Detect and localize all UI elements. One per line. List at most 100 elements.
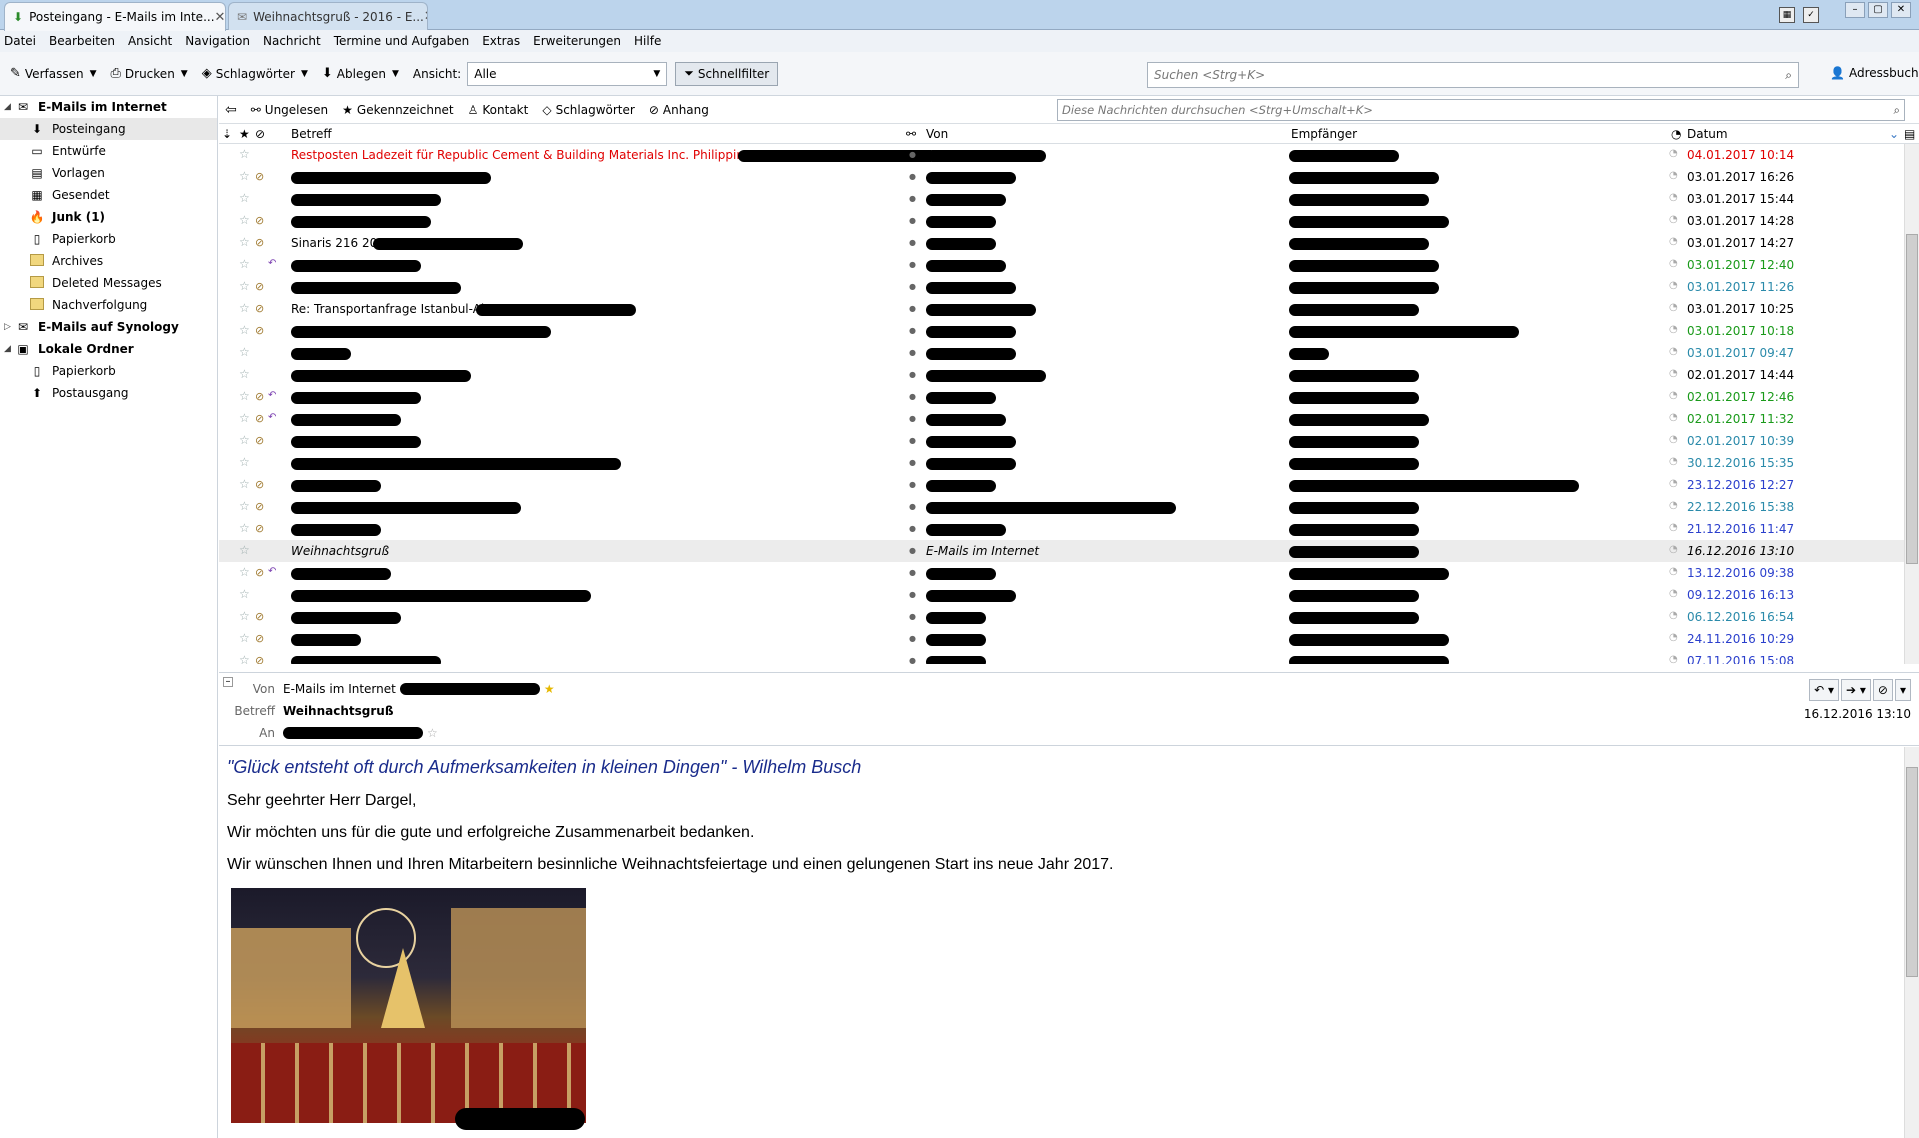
message-row[interactable]: ☆ ↶ ● ◔ 03.01.2017 12:40 [219, 254, 1919, 276]
menu-navigation[interactable]: Navigation [185, 34, 250, 48]
message-row[interactable]: ☆ ● ◔ 03.01.2017 15:44 [219, 188, 1919, 210]
twisty-icon[interactable]: ◢ [4, 102, 14, 112]
star-column-icon[interactable]: ★ [239, 127, 250, 141]
sidebar-item-12[interactable]: ▯ Papierkorb [0, 360, 217, 382]
message-row[interactable]: ☆ Weihnachtsgruß ● E-Mails im Internet ◔ 16.1… [219, 540, 1919, 562]
menu-datei[interactable]: Datei [4, 34, 36, 48]
star-icon[interactable]: ☆ [427, 726, 438, 740]
status-dot-icon[interactable]: ● [909, 612, 916, 621]
body-scrollbar[interactable] [1904, 747, 1919, 1138]
scrollbar-thumb[interactable] [1906, 234, 1918, 564]
star-icon[interactable]: ☆ [239, 279, 250, 293]
star-icon[interactable]: ☆ [239, 301, 250, 315]
message-list-scrollbar[interactable] [1904, 144, 1919, 664]
filter-unread-button[interactable]: ⚯ Ungelesen [251, 103, 328, 117]
back-arrow-icon[interactable]: ⇦ [225, 102, 237, 118]
quickfilter-search-input[interactable]: Diese Nachrichten durchsuchen <Strg+Umsc… [1057, 99, 1905, 121]
maximize-button[interactable]: ▢ [1868, 2, 1888, 18]
status-dot-icon[interactable]: ● [909, 590, 916, 599]
status-dot-icon[interactable]: ● [909, 524, 916, 533]
menu-erweiterungen[interactable]: Erweiterungen [533, 34, 621, 48]
sidebar-item-11[interactable]: ◢ ▣ Lokale Ordner [0, 338, 217, 360]
star-icon[interactable]: ☆ [239, 235, 250, 249]
filter-attachment-button[interactable]: ⊘ Anhang [649, 103, 709, 117]
star-icon[interactable]: ☆ [239, 499, 250, 513]
column-to[interactable]: Empfänger [1291, 127, 1357, 141]
sidebar-item-1[interactable]: ⬇ Posteingang [0, 118, 217, 140]
star-icon[interactable]: ☆ [239, 631, 250, 645]
status-dot-icon[interactable]: ● [909, 216, 916, 225]
column-from[interactable]: Von [926, 127, 948, 141]
message-row[interactable]: ☆ ⊘ ● ◔ 22.12.2016 15:38 [219, 496, 1919, 518]
star-icon[interactable]: ☆ [239, 455, 250, 469]
sidebar-item-6[interactable]: ▯ Papierkorb [0, 228, 217, 250]
star-icon[interactable]: ☆ [239, 477, 250, 491]
star-icon[interactable]: ☆ [239, 191, 250, 205]
star-icon[interactable]: ☆ [239, 543, 250, 557]
status-dot-icon[interactable]: ● [909, 414, 916, 423]
status-dot-icon[interactable]: ● [909, 282, 916, 291]
sidebar-item-7[interactable]: Archives [0, 250, 217, 272]
message-row[interactable]: ☆ ⊘ ↶ ● ◔ 02.01.2017 11:32 [219, 408, 1919, 430]
scrollbar-thumb[interactable] [1906, 767, 1918, 977]
compose-button[interactable]: ✎ Verfassen ▼ [6, 60, 101, 88]
message-row[interactable]: ☆ Restposten Ladezeit für Republic Cement… [219, 144, 1919, 166]
status-dot-icon[interactable]: ● [909, 260, 916, 269]
star-icon[interactable]: ☆ [239, 565, 250, 579]
star-icon[interactable]: ★ [544, 682, 555, 696]
column-subject[interactable]: Betreff [291, 127, 332, 141]
star-icon[interactable]: ☆ [239, 147, 250, 161]
tags-button[interactable]: ◈ Schlagwörter ▼ [198, 60, 312, 88]
status-dot-icon[interactable]: ● [909, 304, 916, 313]
close-window-button[interactable]: ✕ [1891, 2, 1911, 18]
status-dot-icon[interactable]: ● [909, 634, 916, 643]
status-dot-icon[interactable]: ● [909, 392, 916, 401]
column-picker-icon[interactable]: ▤ [1904, 127, 1915, 141]
message-row[interactable]: ☆ ⊘ ● ◔ 21.12.2016 11:47 [219, 518, 1919, 540]
message-row[interactable]: ☆ ⊘ ↶ ● ◔ 02.01.2017 12:46 [219, 386, 1919, 408]
sidebar-item-9[interactable]: Nachverfolgung [0, 294, 217, 316]
sidebar-item-2[interactable]: ▭ Entwürfe [0, 140, 217, 162]
close-icon[interactable]: ✕ [215, 10, 225, 25]
print-button[interactable]: ⎙ Drucken ▼ [107, 60, 192, 88]
sidebar-item-10[interactable]: ▷ ✉ E-Mails auf Synology [0, 316, 217, 338]
tab-message[interactable]: ✉ Weihnachtsgruß - 2016 - E... ✕ [228, 2, 428, 30]
star-icon[interactable]: ☆ [239, 587, 250, 601]
star-icon[interactable]: ☆ [239, 367, 250, 381]
menu-hilfe[interactable]: Hilfe [634, 34, 661, 48]
close-icon[interactable]: ✕ [424, 9, 427, 24]
menu-ansicht[interactable]: Ansicht [128, 34, 172, 48]
status-dot-icon[interactable]: ● [909, 656, 916, 664]
message-row[interactable]: ☆ ⊘ ● ◔ 03.01.2017 16:26 [219, 166, 1919, 188]
message-row[interactable]: ☆ ⊘ Re: Transportanfrage Istanbul-Al... ● ◔ 0… [219, 298, 1919, 320]
message-row[interactable]: ☆ ⊘ ● ◔ 03.01.2017 10:18 [219, 320, 1919, 342]
status-dot-icon[interactable]: ● [909, 370, 916, 379]
status-dot-icon[interactable]: ● [909, 172, 916, 181]
star-icon[interactable]: ☆ [239, 389, 250, 403]
menu-termine[interactable]: Termine und Aufgaben [334, 34, 469, 48]
addressbook-button[interactable]: 👤 Adressbuch [1830, 66, 1919, 80]
status-dot-icon[interactable]: ● [909, 194, 916, 203]
sidebar-item-5[interactable]: 🔥 Junk (1) [0, 206, 217, 228]
status-dot-icon[interactable]: ● [909, 546, 916, 555]
message-row[interactable]: ☆ ● ◔ 02.01.2017 14:44 [219, 364, 1919, 386]
message-row[interactable]: ☆ ⊘ ● ◔ 24.11.2016 10:29 [219, 628, 1919, 650]
message-row[interactable]: ☆ ⊘ ● ◔ 02.01.2017 10:39 [219, 430, 1919, 452]
sidebar-item-13[interactable]: ⬆ Postausgang [0, 382, 217, 404]
star-icon[interactable]: ☆ [239, 169, 250, 183]
filter-starred-button[interactable]: ★ Gekennzeichnet [342, 103, 453, 117]
column-date[interactable]: Datum [1687, 127, 1728, 141]
message-row[interactable]: ☆ ⊘ ● ◔ 07.11.2016 15:08 [219, 650, 1919, 664]
message-row[interactable]: ☆ ⊘ ↶ ● ◔ 13.12.2016 09:38 [219, 562, 1919, 584]
message-row[interactable]: ☆ ● ◔ 09.12.2016 16:13 [219, 584, 1919, 606]
sidebar-item-0[interactable]: ◢ ✉ E-Mails im Internet [0, 96, 217, 118]
filter-contact-button[interactable]: ♙ Kontakt [468, 103, 529, 117]
attachment-column-icon[interactable]: ⊘ [255, 127, 265, 141]
read-column-icon[interactable]: ⚯ [906, 127, 916, 141]
chevron-down-icon[interactable]: ▼ [181, 69, 188, 79]
status-dot-icon[interactable]: ● [909, 238, 916, 247]
star-icon[interactable]: ☆ [239, 345, 250, 359]
menu-nachricht[interactable]: Nachricht [263, 34, 321, 48]
search-icon[interactable]: ⌕ [1894, 103, 1900, 118]
star-icon[interactable]: ☆ [239, 609, 250, 623]
